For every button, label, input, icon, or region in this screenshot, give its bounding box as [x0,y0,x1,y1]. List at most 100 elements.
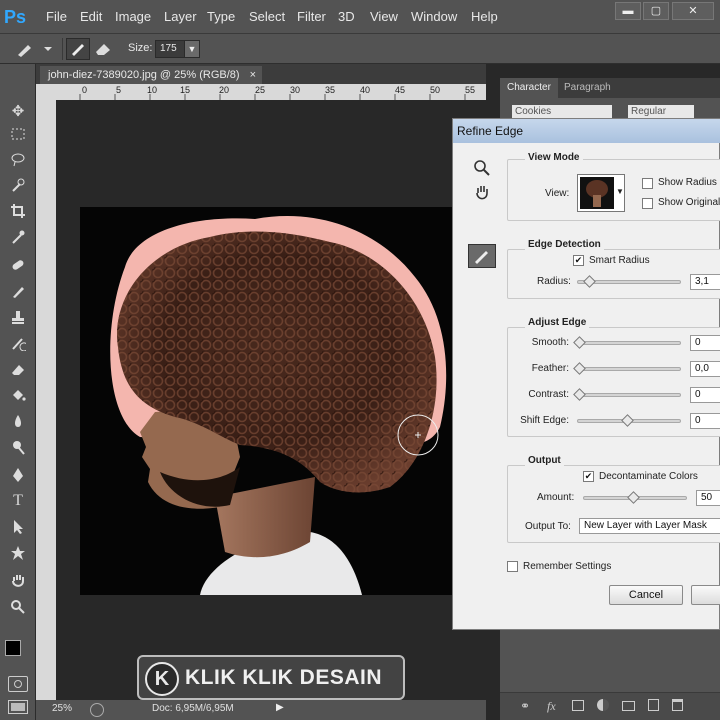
view-mode-picker[interactable]: ▼ [577,174,625,212]
pen-icon [13,468,23,482]
document-image[interactable] [80,207,460,595]
shift-edge-input[interactable]: 0 [690,413,720,429]
marquee-icon [11,128,25,140]
menu-select[interactable]: Select [249,0,285,34]
feather-slider-track[interactable] [577,367,681,371]
type-tool[interactable]: T [5,488,31,514]
pen-tool[interactable] [5,462,31,488]
feather-input[interactable]: 0,0 [690,361,720,377]
tab-paragraph[interactable]: Paragraph [564,78,611,98]
document-size: Doc: 6,95M/6,95M [152,703,234,714]
status-menu-arrow-icon[interactable]: ▶ [276,702,284,713]
blur-tool[interactable] [5,408,31,434]
radius-input[interactable]: 3,1 [690,274,720,290]
font-style-select[interactable]: Regular [628,105,694,119]
dodge-tool[interactable] [5,434,31,460]
eraser-tool[interactable] [5,356,31,382]
show-radius-checkbox[interactable] [642,178,653,189]
smooth-slider-track[interactable] [577,341,681,345]
watermark-k-icon: K [145,662,179,696]
eyedropper-icon [12,230,25,244]
document-tab[interactable]: john-diez-7389020.jpg @ 25% (RGB/8) × [40,66,262,84]
eyedropper-tool[interactable] [5,224,31,250]
refine-radius-tool-button[interactable] [66,38,90,60]
contrast-slider-track[interactable] [577,393,681,397]
minimize-button[interactable]: ▬ [615,2,641,20]
link-layers-icon[interactable]: ⚭ [520,699,530,713]
add-mask-icon[interactable] [572,700,584,711]
history-brush-tool[interactable] [5,330,31,356]
hand-icon[interactable] [473,184,491,202]
dialog-title: Refine Edge [453,119,720,143]
font-family-select[interactable]: Cookies [512,105,612,119]
menu-3d[interactable]: 3D [338,0,355,34]
clone-stamp-tool[interactable] [5,304,31,330]
foreground-color-swatch[interactable] [5,640,21,656]
refine-radius-tool[interactable] [468,244,496,268]
output-to-select[interactable]: New Layer with Layer Mask [579,518,720,534]
paint-bucket-tool[interactable] [5,382,31,408]
watermark-text: KLIK KLIK DESAIN [185,666,382,689]
smart-radius-checkbox[interactable]: ✔ [573,255,584,266]
status-info-icon[interactable] [90,703,104,717]
history-brush-icon [12,338,26,351]
quick-selection-tool[interactable] [5,172,31,198]
zoom-icon[interactable] [473,159,491,177]
lasso-icon [11,153,25,167]
tool-preset-picker[interactable] [14,39,54,59]
refine-edge-dialog: Refine Edge View Mode View: ▼ Show Radiu… [452,118,720,630]
smooth-input[interactable]: 0 [690,335,720,351]
trash-icon[interactable] [672,699,683,711]
layers-footer: ⚭ fx [500,692,720,720]
menu-image[interactable]: Image [115,0,151,34]
show-original-checkbox[interactable] [642,198,653,209]
path-selection-tool[interactable] [5,514,31,540]
hand-tool[interactable] [5,568,31,594]
size-label: Size: [128,42,153,54]
new-layer-icon[interactable] [648,699,659,711]
menu-edit[interactable]: Edit [80,0,102,34]
watermark-logo: K KLIK KLIK DESAIN [137,655,405,700]
decontaminate-checkbox[interactable]: ✔ [583,471,594,482]
smart-radius-label: Smart Radius [589,255,650,266]
ok-button[interactable] [691,585,720,605]
menu-view[interactable]: View [370,0,398,34]
maximize-button[interactable]: ▢ [643,2,669,20]
document-tabs-bar: john-diez-7389020.jpg @ 25% (RGB/8) × [36,64,486,84]
menu-type[interactable]: Type [207,0,235,34]
remember-settings-checkbox[interactable] [507,561,518,572]
portrait-photo [110,216,447,595]
fx-icon[interactable]: fx [547,699,556,714]
screen-mode-button[interactable] [8,700,28,714]
adjustment-layer-icon[interactable] [597,699,609,711]
lasso-tool[interactable] [5,146,31,172]
close-window-button[interactable]: ✕ [672,2,714,20]
menu-file[interactable]: File [46,0,67,34]
folder-icon[interactable] [622,701,635,711]
brush-size-input[interactable]: 175 [155,40,185,58]
zoom-tool[interactable] [5,594,31,620]
options-bar: Size: 175 ▼ [0,34,720,64]
shape-tool[interactable] [5,540,31,566]
quick-mask-button[interactable] [8,676,28,692]
zoom-level[interactable]: 25% [52,703,72,714]
close-tab-icon[interactable]: × [250,66,256,84]
erase-refinements-tool-button[interactable] [92,38,116,60]
checkmark-icon: ✔ [584,471,593,481]
menu-help[interactable]: Help [471,0,498,34]
cancel-button[interactable]: Cancel [609,585,683,605]
menu-window[interactable]: Window [411,0,457,34]
marquee-tool[interactable] [5,121,31,147]
amount-input[interactable]: 50 [696,490,720,506]
menu-layer[interactable]: Layer [164,0,197,34]
menu-filter[interactable]: Filter [297,0,326,34]
crop-tool[interactable] [5,198,31,224]
output-to-label: Output To: [525,521,571,532]
contrast-input[interactable]: 0 [690,387,720,403]
radius-label: Radius: [537,276,571,287]
tab-character[interactable]: Character [500,78,558,98]
amount-label: Amount: [537,492,575,503]
healing-brush-tool[interactable] [5,252,31,278]
size-dropdown-button[interactable]: ▼ [184,40,200,58]
brush-tool[interactable] [5,278,31,304]
